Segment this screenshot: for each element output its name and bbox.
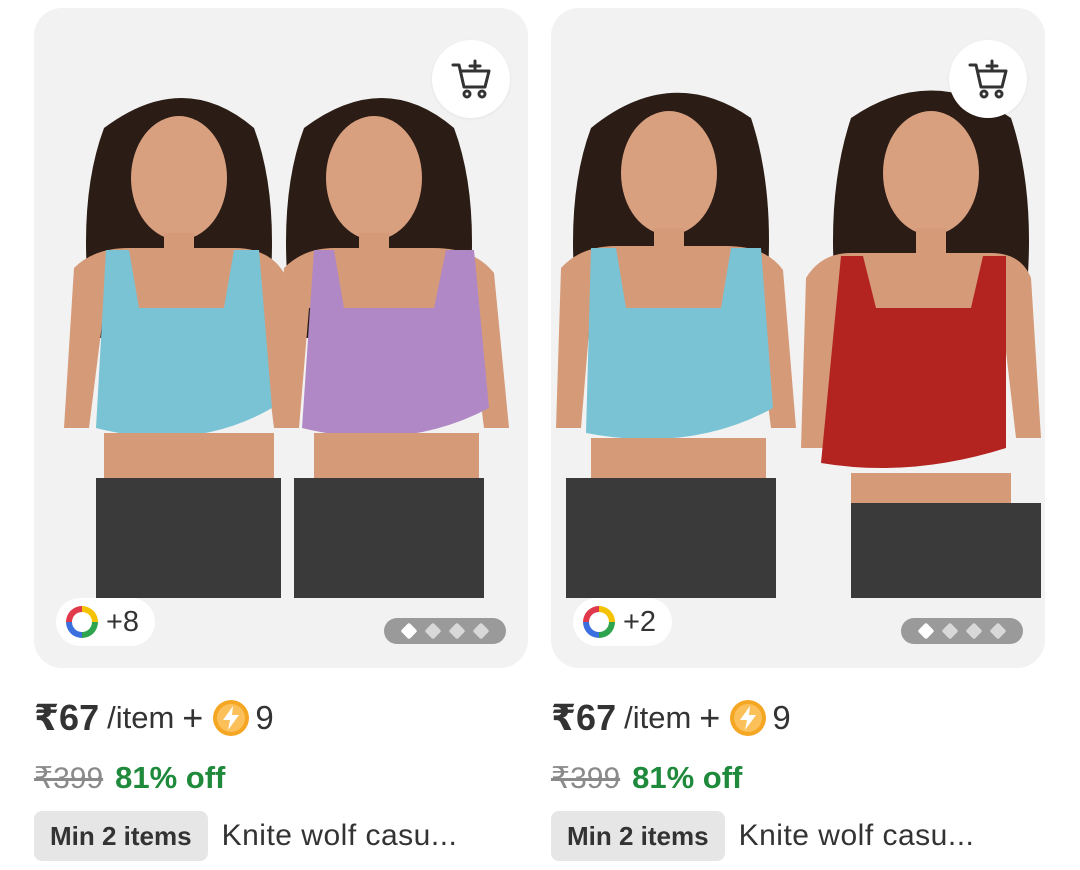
original-price: ₹399 — [34, 761, 104, 795]
price: ₹67 — [551, 697, 617, 738]
carousel-dot — [989, 622, 1007, 640]
more-colors-chip[interactable]: +8 — [56, 598, 156, 646]
color-wheel-icon — [66, 606, 98, 638]
carousel-dot — [424, 622, 442, 640]
lightning-coin-icon — [728, 698, 768, 738]
discount-row: ₹399 81% off — [34, 760, 225, 796]
cart-plus-icon — [451, 59, 491, 99]
more-colors-chip[interactable]: +2 — [573, 598, 673, 646]
color-wheel-icon — [583, 606, 615, 638]
product-card[interactable]: +2 ₹67 /item + 9 ₹399 81% off Min 2 item… — [551, 8, 1045, 870]
product-title[interactable]: Knite wolf casu... — [222, 819, 458, 853]
add-to-cart-button[interactable] — [949, 40, 1027, 118]
discount-row: ₹399 81% off — [551, 760, 742, 796]
add-to-cart-button[interactable] — [432, 40, 510, 118]
product-card[interactable]: +8 ₹67 /item + 9 ₹399 81% off Min 2 item… — [34, 8, 528, 870]
carousel-dot — [472, 622, 490, 640]
per-unit-label: /item — [107, 700, 175, 735]
info-row: Min 2 items Knite wolf casu... — [34, 811, 457, 861]
product-image[interactable]: +8 — [34, 8, 528, 668]
product-title[interactable]: Knite wolf casu... — [739, 819, 975, 853]
min-quantity-badge: Min 2 items — [551, 811, 725, 861]
lightning-coin-icon — [211, 698, 251, 738]
plus-sign: + — [182, 697, 204, 738]
carousel-dot — [917, 622, 935, 640]
carousel-dot — [448, 622, 466, 640]
carousel-dot — [941, 622, 959, 640]
price: ₹67 — [34, 697, 100, 738]
coin-amount: 9 — [772, 699, 791, 736]
carousel-dot — [965, 622, 983, 640]
color-count: +8 — [106, 605, 140, 638]
carousel-dot — [400, 622, 418, 640]
price-row: ₹67 /item + 9 — [551, 697, 791, 738]
discount-label: 81% off — [632, 760, 743, 795]
cart-plus-icon — [968, 59, 1008, 99]
coin-amount: 9 — [255, 699, 274, 736]
image-carousel-indicator — [901, 618, 1023, 644]
price-row: ₹67 /item + 9 — [34, 697, 274, 738]
per-unit-label: /item — [624, 700, 692, 735]
color-count: +2 — [623, 605, 657, 638]
image-carousel-indicator — [384, 618, 506, 644]
original-price: ₹399 — [551, 761, 621, 795]
product-image[interactable]: +2 — [551, 8, 1045, 668]
plus-sign: + — [699, 697, 721, 738]
info-row: Min 2 items Knite wolf casu... — [551, 811, 974, 861]
min-quantity-badge: Min 2 items — [34, 811, 208, 861]
discount-label: 81% off — [115, 760, 226, 795]
